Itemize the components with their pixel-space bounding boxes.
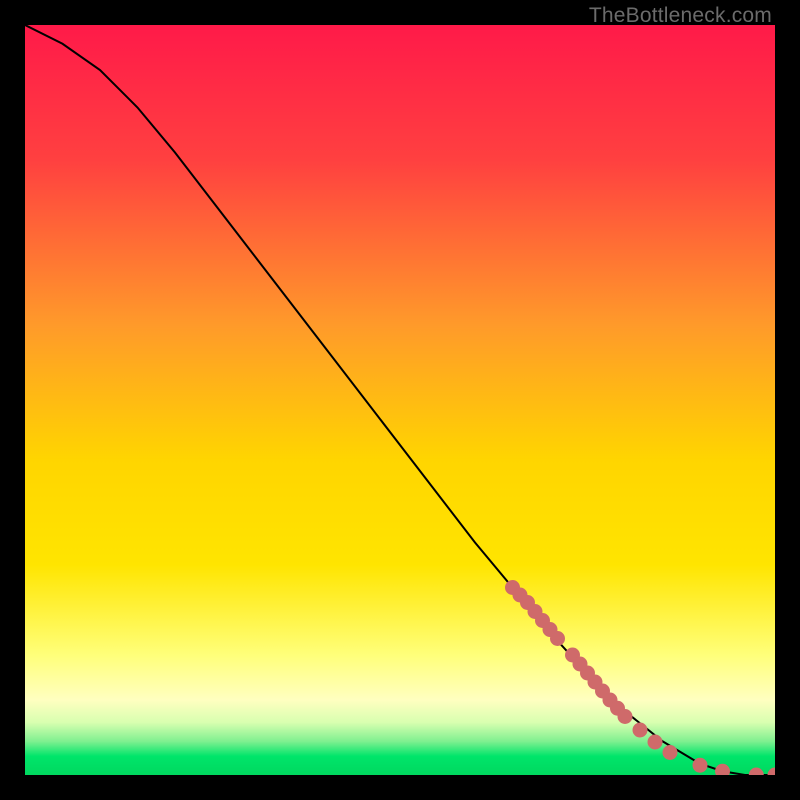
data-point (618, 709, 633, 724)
curve-layer (25, 25, 775, 775)
data-point (550, 631, 565, 646)
data-point (663, 745, 678, 760)
data-point (749, 768, 764, 776)
data-point (768, 768, 776, 776)
data-point (648, 735, 663, 750)
outer-frame: TheBottleneck.com (0, 0, 800, 800)
bottleneck-curve (25, 25, 775, 775)
data-point (693, 758, 708, 773)
data-point (715, 764, 730, 775)
plot-area (25, 25, 775, 775)
data-point (633, 723, 648, 738)
highlight-points (505, 580, 775, 775)
